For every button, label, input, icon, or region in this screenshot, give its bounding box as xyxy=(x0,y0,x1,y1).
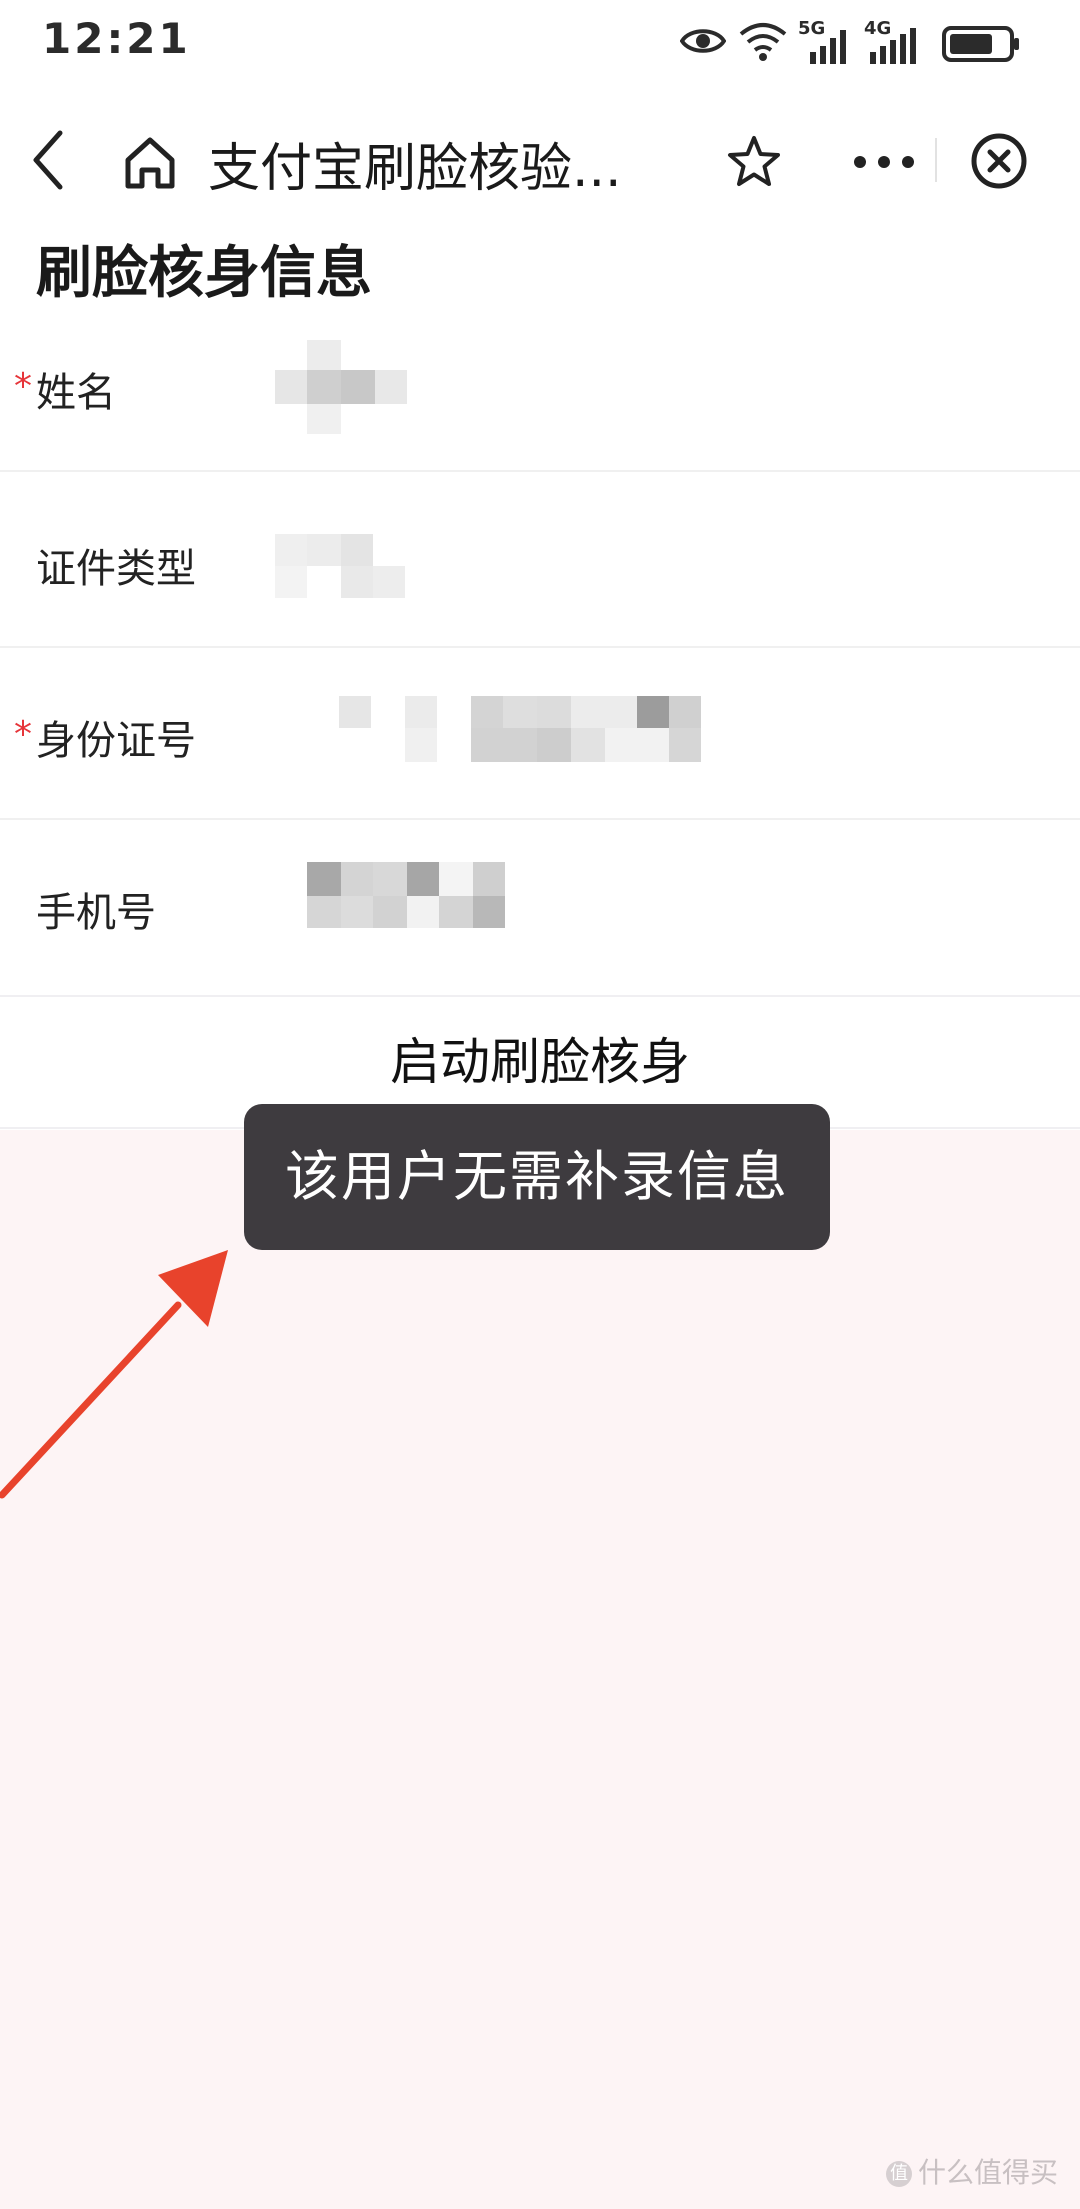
field-value-id-type-redacted xyxy=(275,534,415,604)
field-row-id-type[interactable]: 证件类型 xyxy=(0,490,1080,630)
field-label-phone: 手机号 xyxy=(36,890,156,936)
divider xyxy=(0,646,1080,648)
back-icon[interactable] xyxy=(24,125,74,195)
eye-icon xyxy=(680,29,726,53)
divider xyxy=(0,470,1080,472)
annotation-arrow xyxy=(0,1250,228,1499)
battery-icon xyxy=(942,26,1019,62)
field-row-id-number[interactable]: * 身份证号 xyxy=(0,664,1080,804)
watermark: 值什么值得买 xyxy=(885,2151,1058,2191)
field-label-id-number: 身份证号 xyxy=(36,718,196,764)
nav-divider xyxy=(935,138,937,182)
wifi-icon xyxy=(739,23,787,61)
more-icon[interactable] xyxy=(852,152,916,172)
field-value-name-redacted xyxy=(275,340,415,440)
field-row-phone[interactable]: 手机号 xyxy=(0,836,1080,976)
field-label-id-type: 证件类型 xyxy=(36,546,196,592)
page-title: 刷脸核身信息 xyxy=(36,241,372,306)
required-mark: * xyxy=(14,366,32,407)
field-value-phone-redacted xyxy=(275,862,535,934)
field-row-name[interactable]: * 姓名 xyxy=(0,316,1080,456)
nav-bar: 支付宝刷脸核验... xyxy=(0,110,1080,210)
divider xyxy=(0,818,1080,820)
status-icons: 5G 4G xyxy=(680,16,1040,68)
field-value-id-number-redacted xyxy=(275,696,735,766)
toast-message: 该用户无需补录信息 xyxy=(244,1104,830,1250)
required-mark: * xyxy=(14,714,32,755)
home-icon[interactable] xyxy=(120,132,180,192)
watermark-text: 什么值得买 xyxy=(917,2156,1058,2189)
status-time: 12:21 xyxy=(42,14,191,63)
watermark-badge: 值 xyxy=(885,2161,912,2187)
star-icon[interactable] xyxy=(726,134,782,190)
status-bar: 12:21 5G 4G xyxy=(0,0,1080,84)
signal-4g-icon xyxy=(870,28,916,64)
nav-title: 支付宝刷脸核验... xyxy=(208,139,622,199)
close-circle-icon[interactable] xyxy=(970,132,1028,190)
signal-5g-icon xyxy=(810,30,846,64)
field-label-name: 姓名 xyxy=(36,370,116,416)
